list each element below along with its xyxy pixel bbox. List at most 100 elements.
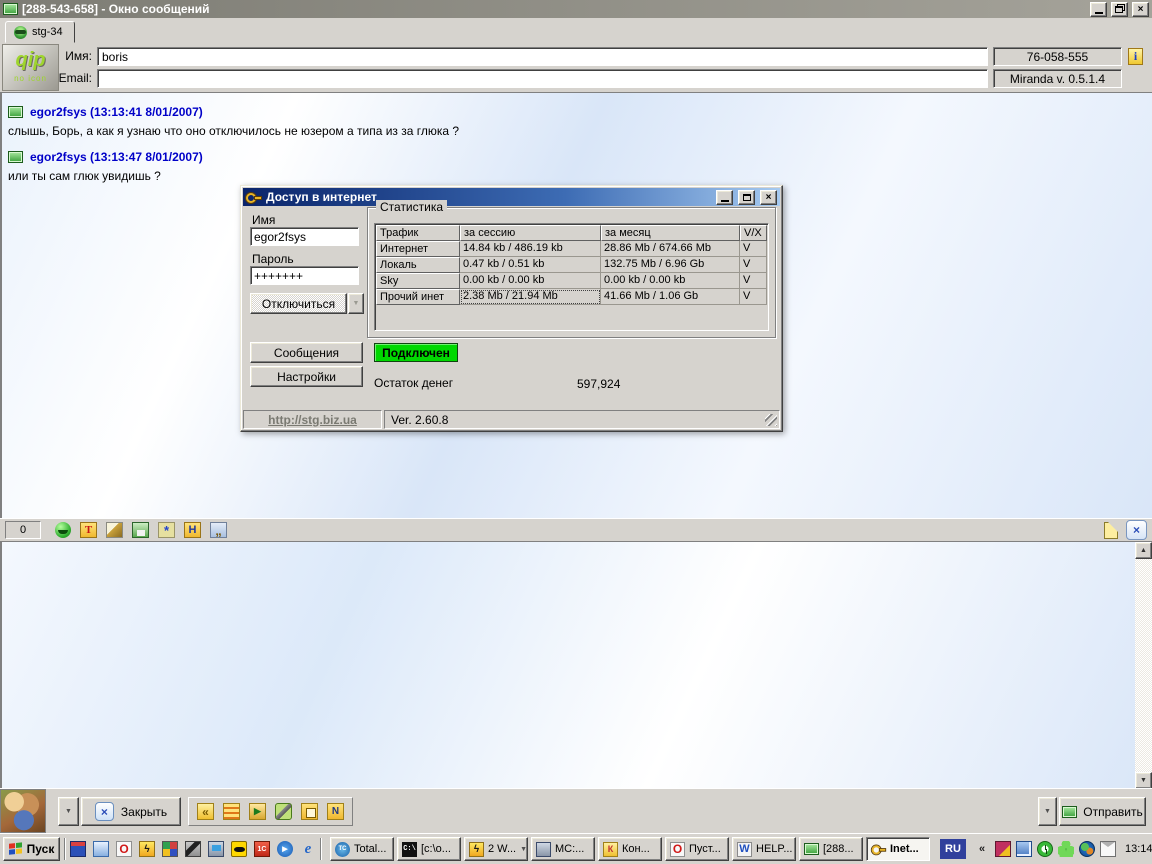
- taskbar-clock: 13:14: [1125, 843, 1152, 855]
- system-tray: « 13:14: [966, 841, 1152, 857]
- chevron-down-icon: ▼: [1044, 808, 1051, 815]
- message-icon: [8, 151, 23, 163]
- dialog-minimize-button[interactable]: [716, 190, 733, 205]
- task-total-commander[interactable]: TCTotal...: [330, 837, 394, 861]
- send-dropdown-button[interactable]: ▼: [1038, 797, 1057, 826]
- quote-icon[interactable]: «: [197, 803, 214, 820]
- task-console-window[interactable]: ККон...: [598, 837, 662, 861]
- task-label: Inet...: [890, 843, 919, 855]
- table-cell: V: [740, 241, 767, 257]
- email-label: Email:: [56, 71, 92, 85]
- scroll-down-button[interactable]: ▼: [1135, 772, 1152, 789]
- qip-logo: qip: [3, 45, 58, 75]
- table-cell: V: [740, 289, 767, 305]
- close-x-icon[interactable]: ×: [1126, 520, 1147, 540]
- task-opera[interactable]: OПуст...: [665, 837, 729, 861]
- task-inet-active[interactable]: Inet...: [866, 837, 930, 861]
- messages-button[interactable]: Сообщения: [250, 342, 363, 363]
- task-word[interactable]: WHELP...: [732, 837, 796, 861]
- winamp-icon[interactable]: ϟ: [139, 841, 155, 857]
- info-icon[interactable]: i: [1128, 48, 1143, 65]
- clock-icon[interactable]: [1037, 841, 1053, 857]
- floppy-icon[interactable]: [70, 841, 86, 857]
- maximize-icon: [743, 194, 751, 201]
- col-header-traffic[interactable]: Трафик: [376, 225, 460, 241]
- message-header: egor2fsys (13:13:47 8/01/2007): [8, 150, 1146, 164]
- bgcolor-icon[interactable]: [106, 522, 123, 538]
- show-desktop-icon[interactable]: [93, 841, 109, 857]
- key-icon: [872, 843, 886, 856]
- font-icon[interactable]: T: [80, 522, 97, 538]
- task-console[interactable]: C:\[c:\o...: [397, 837, 461, 861]
- settings-button[interactable]: Настройки: [250, 366, 363, 387]
- restore-button[interactable]: [1111, 2, 1128, 17]
- message-tools-group: « ▶ N: [188, 797, 353, 826]
- tray-collapse-button[interactable]: «: [974, 841, 990, 857]
- quick-launch: O ϟ 1С ▶ e: [70, 841, 316, 857]
- no-icon-label: no icon: [3, 75, 58, 83]
- format-text-icon[interactable]: [223, 803, 240, 820]
- notes-icon[interactable]: N: [327, 803, 344, 820]
- name-label: Имя:: [56, 49, 92, 63]
- new-page-icon[interactable]: [1104, 522, 1118, 539]
- password-input[interactable]: [250, 266, 359, 285]
- disconnect-dropdown-button[interactable]: ▼: [348, 293, 364, 314]
- window-icon[interactable]: [301, 803, 318, 820]
- settings-wrench-icon[interactable]: [275, 803, 292, 820]
- scroll-up-button[interactable]: ▲: [1135, 542, 1152, 559]
- row-header: Прочий инет: [376, 289, 460, 305]
- start-button[interactable]: Пуск: [3, 837, 60, 861]
- close-chat-button[interactable]: × Закрыть: [81, 797, 181, 826]
- globe-icon[interactable]: [1079, 841, 1095, 857]
- quote-icon[interactable]: „: [210, 522, 227, 538]
- login-input[interactable]: [250, 227, 359, 246]
- tab-stg-34[interactable]: stg-34: [5, 21, 75, 43]
- disconnect-button[interactable]: Отключиться: [250, 293, 347, 314]
- telescope-icon[interactable]: [185, 841, 201, 857]
- task-my-computer[interactable]: MC:...: [531, 837, 595, 861]
- message-icon: [1062, 806, 1077, 818]
- task-label: MC:...: [555, 843, 584, 855]
- resize-grip[interactable]: [765, 414, 777, 426]
- language-indicator[interactable]: RU: [940, 839, 966, 859]
- message-input-area[interactable]: ▲ ▼: [0, 541, 1152, 788]
- task-winamp-group[interactable]: ϟ2 W...▼: [464, 837, 528, 861]
- media-app-icon[interactable]: [162, 841, 178, 857]
- close-icon: ×: [766, 192, 772, 203]
- asterisk-icon[interactable]: *: [158, 522, 175, 538]
- close-dropdown-button[interactable]: ▼: [58, 797, 79, 826]
- media-player-icon[interactable]: ▶: [277, 841, 293, 857]
- col-header-vx[interactable]: V/X: [740, 225, 767, 241]
- website-link[interactable]: http://stg.biz.ua: [268, 413, 357, 427]
- scrollbar-track[interactable]: ▲ ▼: [1135, 542, 1152, 789]
- contact-email-input[interactable]: [97, 69, 988, 88]
- task-message-window[interactable]: [288...: [799, 837, 863, 861]
- ie-icon[interactable]: e: [300, 841, 316, 857]
- message-header: egor2fsys (13:13:41 8/01/2007): [8, 105, 1146, 119]
- col-header-month[interactable]: за месяц: [601, 225, 740, 241]
- opera-icon[interactable]: O: [116, 841, 132, 857]
- save-icon[interactable]: [132, 522, 149, 538]
- spellcheck-icon[interactable]: ▶: [249, 803, 266, 820]
- stg-client-icon[interactable]: [995, 841, 1011, 857]
- network-computer-icon[interactable]: [208, 841, 224, 857]
- minimize-button[interactable]: [1090, 2, 1107, 17]
- smiley-icon[interactable]: [55, 522, 71, 538]
- version-label: Ver. 2.60.8: [391, 413, 448, 427]
- network-icon[interactable]: [1016, 841, 1032, 857]
- statusbar-link-pane: http://stg.biz.ua: [243, 410, 382, 429]
- icq-flower-icon[interactable]: [1058, 841, 1074, 857]
- dialog-close-button[interactable]: ×: [760, 190, 777, 205]
- mail-calendar-icon[interactable]: [1100, 841, 1116, 857]
- task-label: [c:\o...: [421, 843, 451, 855]
- avatar[interactable]: [0, 789, 46, 833]
- 1c-icon[interactable]: 1С: [254, 841, 270, 857]
- table-cell-focused[interactable]: 2.38 Mb / 21.94 Mb: [460, 289, 601, 305]
- col-header-session[interactable]: за сессию: [460, 225, 601, 241]
- send-button[interactable]: Отправить: [1059, 797, 1146, 826]
- close-button[interactable]: ×: [1132, 2, 1149, 17]
- history-icon[interactable]: H: [184, 522, 201, 538]
- dialog-maximize-button[interactable]: [738, 190, 755, 205]
- contact-name-input[interactable]: [97, 47, 988, 66]
- batman-icon[interactable]: [231, 841, 247, 857]
